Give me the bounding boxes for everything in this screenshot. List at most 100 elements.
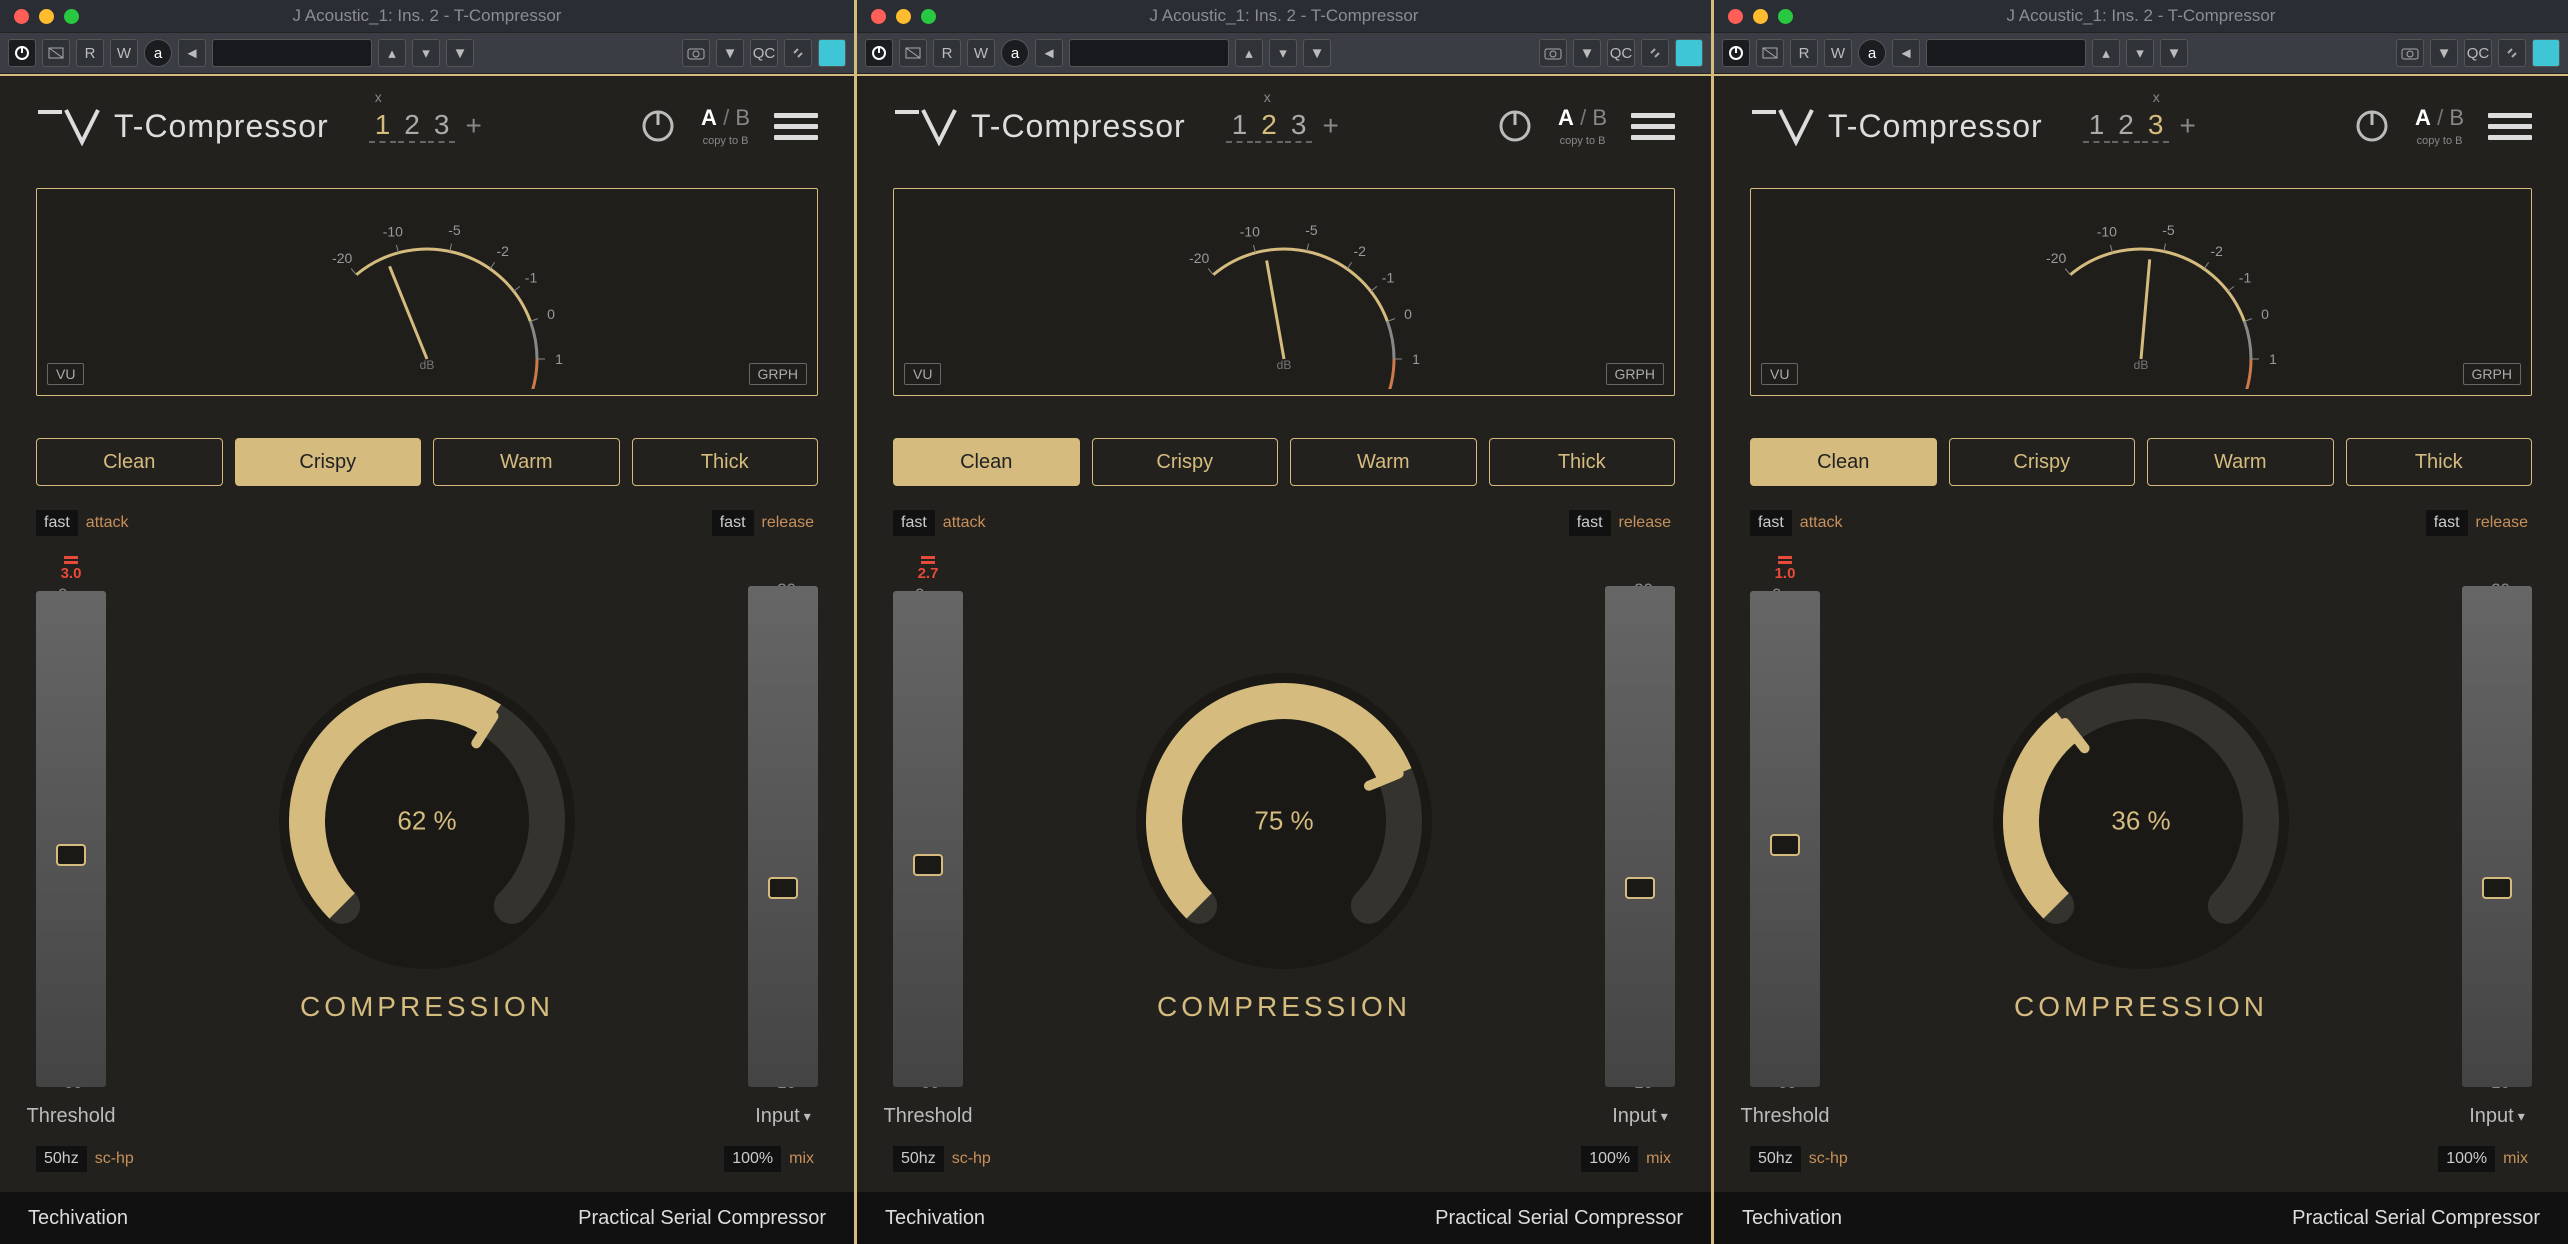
mix-param[interactable]: 100%mix: [724, 1146, 818, 1172]
preset-slot-2[interactable]: 2: [1255, 109, 1283, 143]
threshold-slider[interactable]: 2.7 0-10-20-30-40-50-60 Threshold: [893, 556, 963, 1128]
compression-knob[interactable]: 36 %: [1981, 661, 2301, 981]
input-thumb[interactable]: [1625, 877, 1655, 899]
minimize-icon[interactable]: [39, 9, 54, 24]
learn-button[interactable]: [1675, 39, 1703, 67]
preset-close-icon[interactable]: x: [375, 89, 382, 105]
preset-close-icon[interactable]: x: [1264, 89, 1271, 105]
ab-compare-button[interactable]: A / B: [701, 105, 750, 131]
copy-to-button[interactable]: copy to B: [703, 135, 749, 147]
preset-slot-1[interactable]: 1: [2083, 109, 2111, 143]
mode-clean-button[interactable]: Clean: [893, 438, 1080, 486]
compression-knob[interactable]: 75 %: [1124, 661, 1444, 981]
input-thumb[interactable]: [2482, 877, 2512, 899]
automation-menu-button[interactable]: a: [1001, 39, 1029, 67]
preset-nav-up-button[interactable]: ▴: [1235, 39, 1263, 67]
preset-nav-down-button[interactable]: ▾: [2126, 39, 2154, 67]
preset-slot-2[interactable]: 2: [2112, 109, 2140, 143]
input-thumb[interactable]: [768, 877, 798, 899]
preset-slot-3[interactable]: 3: [428, 109, 456, 143]
power-toggle-button[interactable]: [865, 39, 893, 67]
power-toggle-button[interactable]: [1722, 39, 1750, 67]
plugin-power-button[interactable]: [1496, 107, 1534, 145]
plugin-power-button[interactable]: [639, 107, 677, 145]
compression-knob[interactable]: 62 %: [267, 661, 587, 981]
mode-crispy-button[interactable]: Crispy: [1949, 438, 2136, 486]
close-icon[interactable]: [871, 9, 886, 24]
copy-to-button[interactable]: copy to B: [1560, 135, 1606, 147]
learn-button[interactable]: [818, 39, 846, 67]
maximize-icon[interactable]: [64, 9, 79, 24]
graph-mode-button[interactable]: GRPH: [749, 363, 807, 385]
sidechain-hp-param[interactable]: 50hzsc-hp: [1750, 1146, 1852, 1172]
bypass-button[interactable]: [1756, 39, 1784, 67]
preset-menu-button[interactable]: ▼: [2160, 39, 2188, 67]
graph-mode-button[interactable]: GRPH: [1606, 363, 1664, 385]
write-automation-button[interactable]: W: [110, 39, 138, 67]
link-button[interactable]: [2498, 39, 2526, 67]
mode-crispy-button[interactable]: Crispy: [1092, 438, 1279, 486]
qc-button[interactable]: QC: [2464, 39, 2492, 67]
qc-button[interactable]: QC: [750, 39, 778, 67]
sidechain-hp-param[interactable]: 50hzsc-hp: [36, 1146, 138, 1172]
prev-preset-button[interactable]: ◄: [1892, 39, 1920, 67]
mode-warm-button[interactable]: Warm: [433, 438, 620, 486]
mode-thick-button[interactable]: Thick: [632, 438, 819, 486]
preset-add-button[interactable]: +: [1322, 110, 1338, 142]
qc-button[interactable]: QC: [1607, 39, 1635, 67]
mix-param[interactable]: 100%mix: [2438, 1146, 2532, 1172]
mode-clean-button[interactable]: Clean: [1750, 438, 1937, 486]
preset-slot-1[interactable]: 1: [369, 109, 397, 143]
read-automation-button[interactable]: R: [933, 39, 961, 67]
sidechain-hp-param[interactable]: 50hzsc-hp: [893, 1146, 995, 1172]
threshold-slider[interactable]: 3.0 0-10-20-30-40-50-60 Threshold: [36, 556, 106, 1128]
preset-nav-down-button[interactable]: ▾: [412, 39, 440, 67]
read-automation-button[interactable]: R: [76, 39, 104, 67]
preset-name-field[interactable]: [212, 39, 372, 67]
snapshot-menu-button[interactable]: ▼: [2430, 39, 2458, 67]
mode-thick-button[interactable]: Thick: [2346, 438, 2533, 486]
input-label[interactable]: Input▾: [2469, 1105, 2525, 1128]
input-label[interactable]: Input▾: [1612, 1105, 1668, 1128]
link-button[interactable]: [1641, 39, 1669, 67]
input-slider[interactable]: 20151050-5-10 Input▾: [748, 556, 818, 1128]
preset-slot-3[interactable]: 3: [2142, 109, 2170, 143]
vu-mode-button[interactable]: VU: [904, 363, 941, 385]
threshold-thumb[interactable]: [1770, 834, 1800, 856]
release-param[interactable]: fastrelease: [712, 510, 818, 536]
automation-menu-button[interactable]: a: [1858, 39, 1886, 67]
snapshot-button[interactable]: [682, 39, 710, 67]
preset-name-field[interactable]: [1926, 39, 2086, 67]
mode-clean-button[interactable]: Clean: [36, 438, 223, 486]
input-label[interactable]: Input▾: [755, 1105, 811, 1128]
copy-to-button[interactable]: copy to B: [2417, 135, 2463, 147]
release-param[interactable]: fastrelease: [2426, 510, 2532, 536]
preset-slot-2[interactable]: 2: [398, 109, 426, 143]
release-param[interactable]: fastrelease: [1569, 510, 1675, 536]
maximize-icon[interactable]: [921, 9, 936, 24]
preset-slot-1[interactable]: 1: [1226, 109, 1254, 143]
snapshot-button[interactable]: [1539, 39, 1567, 67]
menu-button[interactable]: [1631, 113, 1675, 140]
preset-nav-up-button[interactable]: ▴: [2092, 39, 2120, 67]
snapshot-menu-button[interactable]: ▼: [1573, 39, 1601, 67]
preset-slot-3[interactable]: 3: [1285, 109, 1313, 143]
read-automation-button[interactable]: R: [1790, 39, 1818, 67]
maximize-icon[interactable]: [1778, 9, 1793, 24]
graph-mode-button[interactable]: GRPH: [2463, 363, 2521, 385]
preset-menu-button[interactable]: ▼: [1303, 39, 1331, 67]
vu-mode-button[interactable]: VU: [1761, 363, 1798, 385]
snapshot-menu-button[interactable]: ▼: [716, 39, 744, 67]
menu-button[interactable]: [774, 113, 818, 140]
snapshot-button[interactable]: [2396, 39, 2424, 67]
input-slider[interactable]: 20151050-5-10 Input▾: [1605, 556, 1675, 1128]
write-automation-button[interactable]: W: [1824, 39, 1852, 67]
preset-add-button[interactable]: +: [2179, 110, 2195, 142]
prev-preset-button[interactable]: ◄: [178, 39, 206, 67]
menu-button[interactable]: [2488, 113, 2532, 140]
close-icon[interactable]: [1728, 9, 1743, 24]
mode-warm-button[interactable]: Warm: [2147, 438, 2334, 486]
write-automation-button[interactable]: W: [967, 39, 995, 67]
threshold-slider[interactable]: 1.0 0-10-20-30-40-50-60 Threshold: [1750, 556, 1820, 1128]
automation-menu-button[interactable]: a: [144, 39, 172, 67]
